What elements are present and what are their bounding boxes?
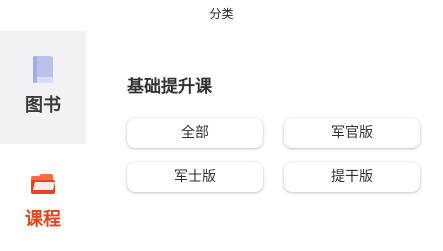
filter-chip-officer[interactable]: 军官版 — [284, 118, 420, 148]
sidebar-item-label: 图书 — [25, 95, 61, 116]
sidebar-item-courses[interactable]: 课程 — [0, 144, 86, 251]
book-icon — [33, 56, 53, 83]
sidebar-item-label: 课程 — [25, 209, 61, 230]
folder-icon — [31, 174, 55, 194]
section-title: 基础提升课 — [127, 77, 212, 97]
course-content: 基础提升课 全部 军官版 军士版 提干版 — [86, 31, 443, 251]
sidebar-item-books[interactable]: 图书 — [0, 31, 86, 144]
category-sidebar: 图书 课程 — [0, 31, 86, 251]
filter-chip-sergeant[interactable]: 军士版 — [127, 162, 263, 192]
filter-chip-promotion[interactable]: 提干版 — [284, 162, 420, 192]
page-title: 分类 — [209, 7, 234, 21]
category-page: 分类 图书 课程 基础提升课 全部 军官版 军士版 提干版 — [0, 0, 443, 251]
filter-chip-all[interactable]: 全部 — [127, 118, 263, 148]
